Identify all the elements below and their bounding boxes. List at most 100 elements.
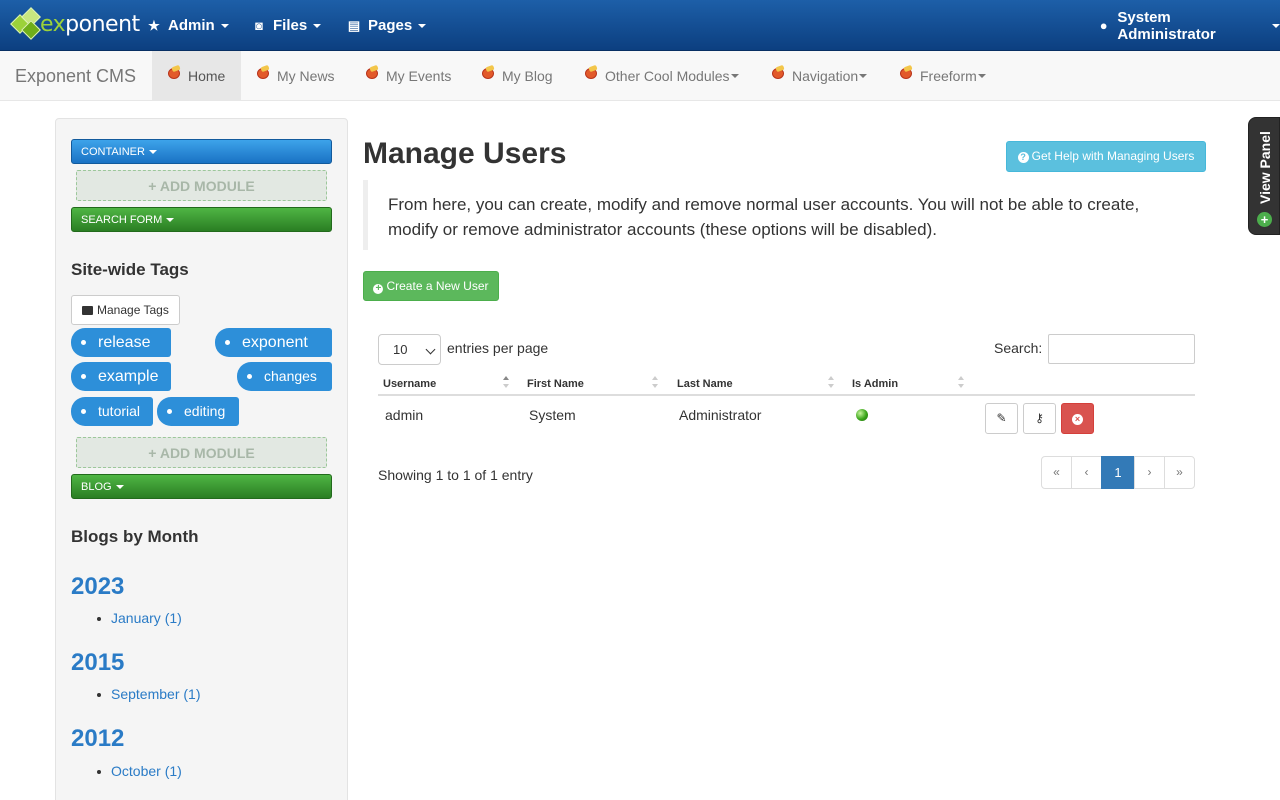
intro-text: From here, you can create, modify and re… (363, 180, 1206, 250)
tag-editing[interactable]: editing (157, 397, 239, 426)
is-admin-indicator-icon (856, 409, 868, 421)
archive-month-link[interactable]: January (1) (97, 610, 182, 626)
edit-user-button[interactable]: ✎ (985, 403, 1018, 434)
page-title: Manage Users (363, 137, 567, 170)
nav-item-my-news[interactable]: My News (256, 51, 335, 101)
module-icon (771, 66, 785, 79)
nav-item-home[interactable]: Home (152, 51, 241, 101)
sidebar: CONTAINER + ADD MODULE SEARCH FORM Site-… (55, 118, 348, 800)
user-icon: ● (1099, 18, 1108, 33)
exponent-logo[interactable]: exponent (10, 7, 140, 40)
caret-down-icon (313, 23, 322, 28)
module-icon (899, 66, 913, 79)
sort-icon[interactable] (652, 376, 658, 390)
pagination: « ‹ 1 › » (1041, 456, 1195, 489)
logo-mark-icon (10, 7, 41, 40)
caret-down-icon (730, 74, 739, 78)
add-module-button[interactable]: + ADD MODULE (76, 437, 327, 468)
cell-first-name: System (529, 407, 576, 423)
admin-menu[interactable]: ★ Admin (147, 0, 229, 51)
chevron-down-icon (425, 344, 436, 355)
tags-title: Site-wide Tags (71, 260, 189, 279)
cell-username: admin (385, 407, 424, 423)
plus-icon: + (148, 445, 160, 461)
plus-circle-icon: + (373, 284, 384, 294)
tag-example[interactable]: example (71, 362, 171, 391)
archive-month-link[interactable]: October (1) (97, 763, 182, 779)
entries-per-page-label: entries per page (447, 340, 549, 356)
delete-user-button[interactable]: × (1061, 403, 1094, 434)
caret-down-icon (859, 74, 868, 78)
logo-wordmark: exponent (40, 11, 140, 37)
blog-button[interactable]: BLOG (71, 474, 332, 499)
caret-down-icon (1272, 23, 1280, 28)
tag-changes[interactable]: changes (237, 362, 332, 391)
last-page-button[interactable]: » (1164, 456, 1195, 489)
tag-tutorial[interactable]: tutorial (71, 397, 153, 426)
star-icon: ★ (148, 17, 160, 33)
pages-menu[interactable]: ▤ Pages (347, 0, 427, 51)
admin-toolbar: exponent ★ Admin ◙ Files ▤ Pages ● System Ad… (0, 0, 1280, 51)
key-icon: ⚷ (1035, 411, 1044, 425)
nav-item-my-events[interactable]: My Events (365, 51, 451, 101)
column-header-first-name[interactable]: First Name (527, 378, 584, 390)
add-module-button[interactable]: + ADD MODULE (76, 170, 327, 201)
view-panel-label: View Panel (1257, 131, 1273, 205)
module-icon (256, 66, 270, 79)
tag-release[interactable]: release (71, 328, 171, 357)
help-button[interactable]: ? Get Help with Managing Users (1006, 141, 1206, 172)
search-input[interactable] (1048, 334, 1195, 364)
module-icon (365, 66, 379, 79)
nav-item-navigation[interactable]: Navigation (771, 51, 868, 101)
entries-per-page-select[interactable]: 10 (378, 334, 441, 365)
next-page-button[interactable]: › (1134, 456, 1165, 489)
close-circle-icon: × (1072, 414, 1083, 425)
caret-down-icon (977, 74, 986, 78)
column-header-username[interactable]: Username (383, 378, 436, 390)
change-password-button[interactable]: ⚷ (1023, 403, 1056, 434)
files-menu[interactable]: ◙ Files (252, 0, 322, 51)
sort-icon[interactable] (503, 376, 509, 390)
view-panel-tab[interactable]: View Panel + (1248, 117, 1280, 235)
user-menu[interactable]: ● System Administrator (1097, 0, 1280, 51)
search-form-button[interactable]: SEARCH FORM (71, 207, 332, 232)
search-label: Search: (994, 340, 1043, 356)
table-header-divider (378, 394, 1195, 396)
archive-month-link[interactable]: September (1) (96, 686, 200, 702)
nav-item-other-cool-modules[interactable]: Other Cool Modules (584, 51, 739, 101)
sort-icon[interactable] (828, 376, 834, 390)
caret-down-icon (148, 150, 157, 155)
archive-year[interactable]: 2023 (71, 573, 124, 601)
plus-icon: + (148, 178, 160, 194)
previous-page-button[interactable]: ‹ (1071, 456, 1102, 489)
module-icon (584, 66, 598, 79)
container-button[interactable]: CONTAINER (71, 139, 332, 164)
caret-down-icon (418, 23, 427, 28)
edit-icon: ✎ (996, 411, 1007, 425)
archive-year[interactable]: 2015 (71, 649, 124, 677)
blogs-by-month-title: Blogs by Month (71, 527, 199, 546)
site-navbar: Exponent CMS Home My News My Events My B… (0, 51, 1280, 101)
caret-down-icon (220, 23, 229, 28)
create-user-button[interactable]: + Create a New User (363, 271, 499, 301)
question-circle-icon: ? (1017, 152, 1029, 163)
column-header-last-name[interactable]: Last Name (677, 378, 733, 390)
manage-tags-button[interactable]: Manage Tags (71, 295, 180, 325)
plus-icon: + (1257, 212, 1272, 227)
cell-last-name: Administrator (679, 407, 762, 423)
sort-icon[interactable] (958, 376, 964, 390)
column-header-is-admin[interactable]: Is Admin (852, 378, 898, 390)
briefcase-icon (82, 306, 93, 315)
site-brand[interactable]: Exponent CMS (15, 51, 136, 101)
caret-down-icon (166, 218, 175, 223)
document-icon: ▤ (347, 17, 361, 33)
archive-year[interactable]: 2012 (71, 725, 124, 753)
table-info: Showing 1 to 1 of 1 entry (378, 467, 533, 483)
tag-exponent[interactable]: exponent (215, 328, 332, 357)
nav-item-freeform[interactable]: Freeform (899, 51, 986, 101)
caret-down-icon (115, 485, 124, 490)
first-page-button[interactable]: « (1041, 456, 1072, 489)
current-page-button[interactable]: 1 (1101, 456, 1135, 489)
nav-item-my-blog[interactable]: My Blog (481, 51, 553, 101)
module-icon (167, 66, 181, 79)
